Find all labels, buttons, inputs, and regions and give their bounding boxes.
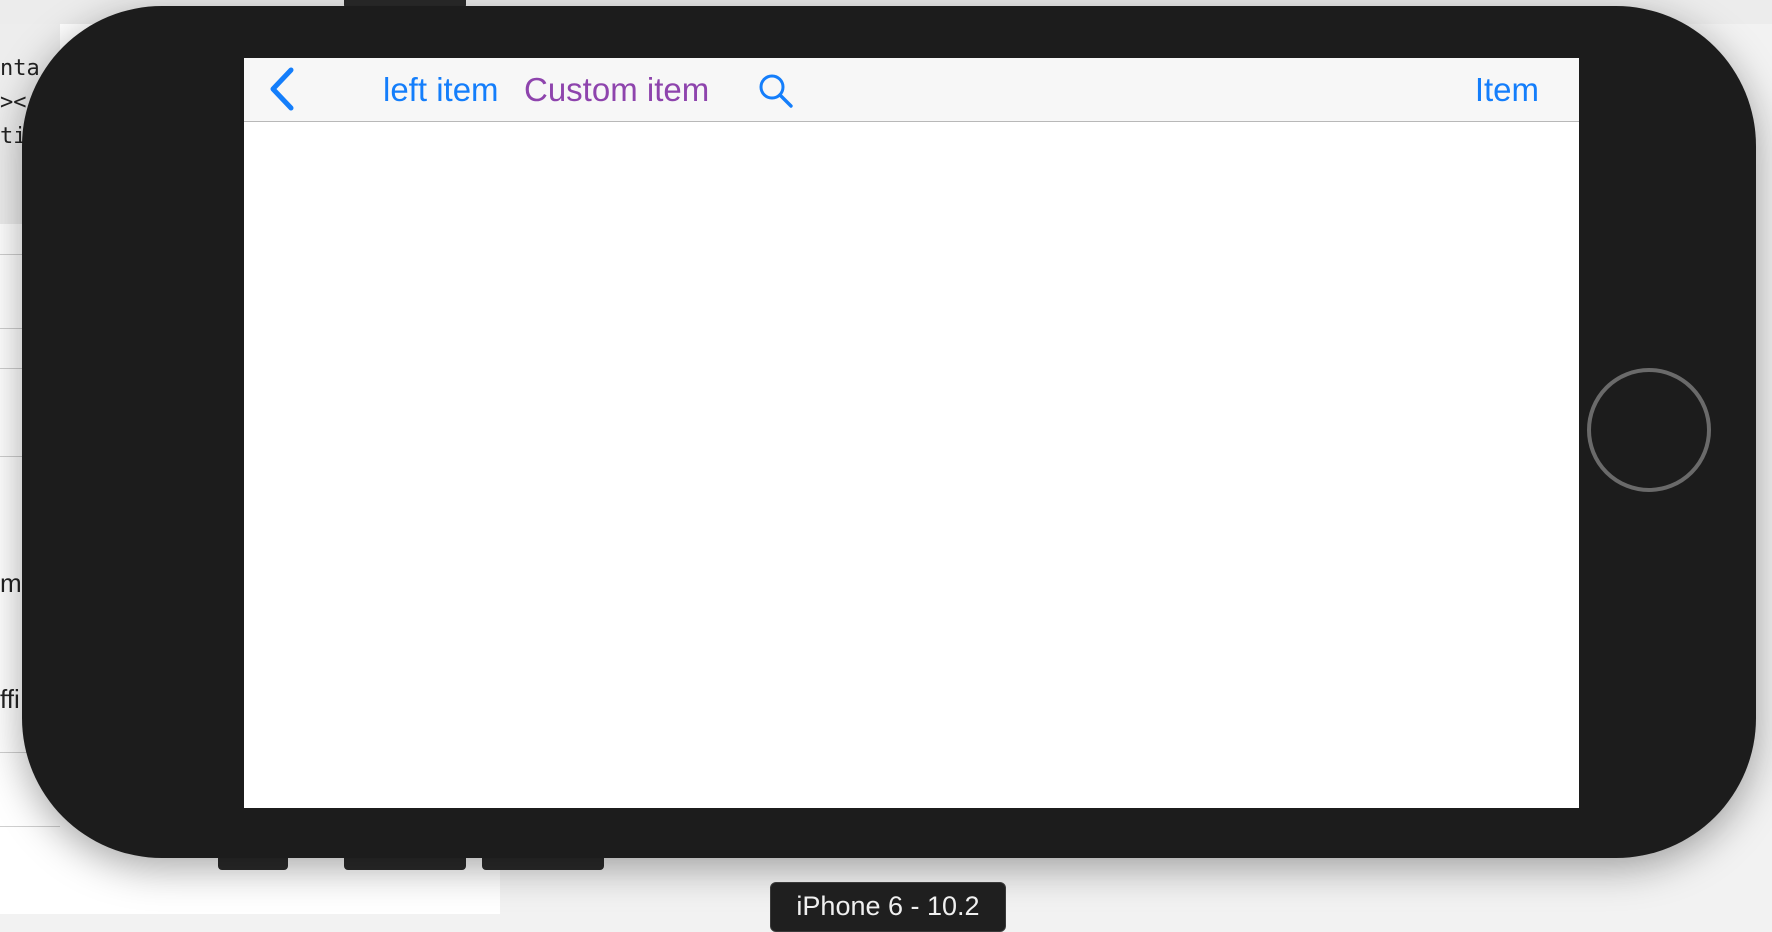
home-button[interactable] [1587,368,1711,492]
content-area [244,122,1579,808]
search-icon [759,74,793,108]
device-name-label: iPhone 6 - 10.2 [770,882,1006,932]
background-divider [0,826,60,827]
device-screen: left item Custom item Item [244,58,1579,808]
custom-item-button[interactable]: Custom item [524,68,709,112]
chevron-left-icon [270,67,294,111]
item-button[interactable]: Item [1475,68,1539,112]
device-frame: left item Custom item Item [22,6,1756,858]
back-button[interactable] [264,65,300,113]
left-item-button[interactable]: left item [383,68,499,112]
background-code-line: >< [0,90,27,115]
navigation-bar: left item Custom item Item [244,58,1579,122]
background-code-line: nta [0,56,40,81]
search-button[interactable] [756,71,796,111]
background-label: ffi [0,684,20,714]
background-label: m [0,568,22,598]
